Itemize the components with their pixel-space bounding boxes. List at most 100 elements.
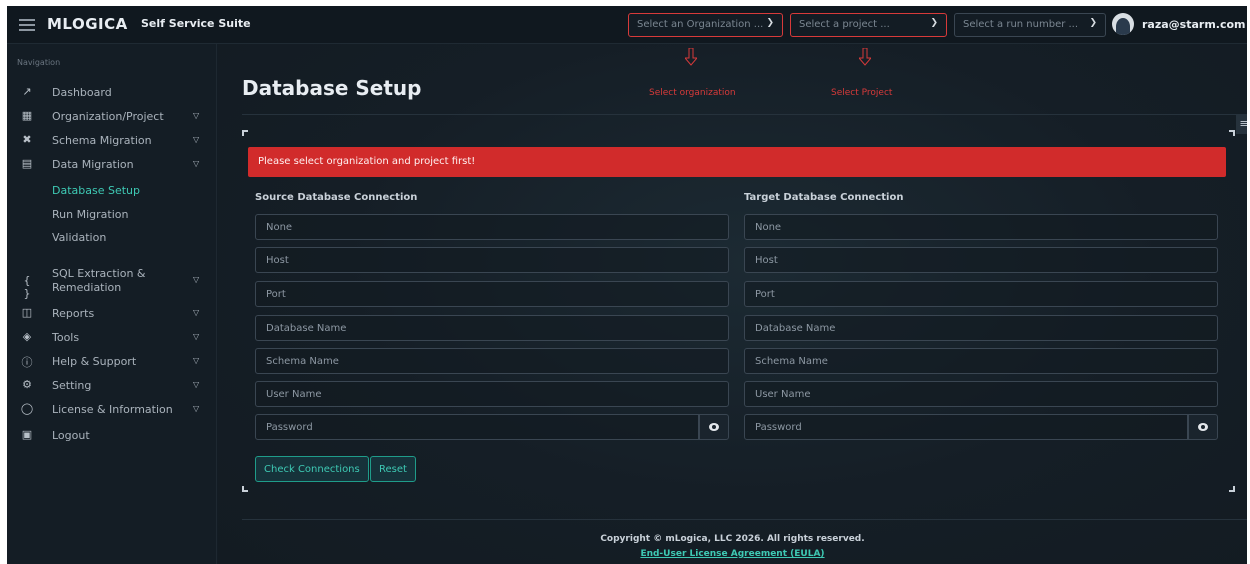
sidebar-item-reports[interactable]: ◫ Reports ▽	[7, 303, 217, 325]
corner-bracket	[1229, 486, 1235, 492]
sidebar-item-label: Tools	[52, 331, 80, 344]
sidebar-item-label: SQL Extraction &	[52, 267, 146, 280]
annotation-select-project: Select Project	[831, 88, 893, 98]
hamburger-menu-icon[interactable]	[19, 19, 35, 31]
user-email[interactable]: raza@starm.com	[1142, 18, 1246, 31]
grid-icon: ▦	[21, 109, 33, 122]
chevron-down-icon: ▽	[193, 111, 200, 120]
annotation-arrow-icon	[859, 48, 871, 66]
logout-icon: ▣	[21, 428, 33, 441]
target-user-name-input[interactable]: User Name	[744, 381, 1218, 407]
chevron-down-icon: ▽	[193, 380, 200, 389]
eye-icon[interactable]	[699, 414, 729, 440]
chevron-down-icon: ▽	[193, 135, 200, 144]
report-icon: ◫	[21, 306, 33, 319]
project-select[interactable]: Select a project ... ❯	[790, 13, 947, 37]
annotation-arrow-icon	[685, 48, 697, 66]
run-number-select[interactable]: Select a run number ... ❯	[954, 13, 1106, 37]
source-user-name-input[interactable]: User Name	[255, 381, 729, 407]
divider	[242, 519, 1247, 520]
project-select-value: Select a project ...	[799, 19, 890, 30]
chevron-down-icon: ❯	[1089, 18, 1097, 28]
corner-bracket	[242, 486, 248, 492]
sidebar-item-logout[interactable]: ▣ Logout	[7, 425, 217, 447]
tools-icon: ✖	[22, 133, 32, 146]
chevron-down-icon: ▽	[193, 404, 200, 413]
sidebar-item-label: Data Migration	[52, 158, 134, 171]
target-db-type-select[interactable]: None	[744, 214, 1218, 240]
eula-link-text[interactable]: End-User License Agreement (EULA)	[640, 549, 824, 559]
nav-heading: Navigation	[17, 58, 61, 67]
error-alert: Please select organization and project f…	[248, 147, 1226, 177]
target-host-input[interactable]: Host	[744, 247, 1218, 273]
sidebar-item-help-support[interactable]: ⓘ Help & Support ▽	[7, 351, 217, 373]
target-password-input[interactable]: Password	[744, 414, 1188, 440]
sidebar-item-dashboard[interactable]: ↗ Dashboard	[7, 82, 217, 104]
page-title: Database Setup	[242, 76, 422, 100]
sidebar-item-label: Dashboard	[52, 86, 112, 99]
sidebar-item-label: Remediation	[52, 281, 122, 294]
brand-logo: MLOGICA	[47, 15, 128, 33]
sidebar-item-data-migration[interactable]: ▤ Data Migration ▽	[7, 154, 217, 176]
copyright-text: Copyright © mLogica, LLC 2026. All right…	[600, 534, 865, 544]
check-connections-button[interactable]: Check Connections	[255, 456, 369, 482]
sidebar-subitem-run-migration[interactable]: Run Migration	[52, 208, 128, 221]
sidebar-item-label: Help & Support	[52, 355, 137, 368]
sidebar-subitem-validation[interactable]: Validation	[52, 231, 106, 244]
sidebar-item-tools[interactable]: ◈ Tools ▽	[7, 327, 217, 349]
source-database-name-input[interactable]: Database Name	[255, 315, 729, 341]
layers-icon: ◈	[22, 330, 32, 343]
reset-button[interactable]: Reset	[370, 456, 416, 482]
sidebar-item-sql-extraction[interactable]: { } SQL Extraction & Remediation ▽	[7, 264, 217, 300]
chevron-down-icon: ▽	[193, 332, 200, 341]
database-icon: ▤	[21, 157, 33, 170]
corner-bracket	[1229, 130, 1235, 136]
source-connection-heading: Source Database Connection	[255, 192, 418, 203]
filter-settings-icon[interactable]: ≡	[1236, 114, 1247, 134]
target-database-name-input[interactable]: Database Name	[744, 315, 1218, 341]
help-icon: ⓘ	[21, 356, 33, 369]
source-schema-name-input[interactable]: Schema Name	[255, 348, 729, 374]
sidebar: Navigation ↗ Dashboard ▦ Organization/Pr…	[7, 44, 217, 564]
eula-link[interactable]: End-User License Agreement (EULA)	[218, 549, 1247, 559]
target-schema-name-input[interactable]: Schema Name	[744, 348, 1218, 374]
divider	[242, 114, 1247, 115]
sidebar-subitem-database-setup[interactable]: Database Setup	[52, 184, 140, 197]
sidebar-item-schema-migration[interactable]: ✖ Schema Migration ▽	[7, 130, 217, 152]
chevron-down-icon: ▽	[193, 308, 200, 317]
source-host-input[interactable]: Host	[255, 247, 729, 273]
organization-select[interactable]: Select an Organization ... ❯	[628, 13, 783, 37]
corner-bracket	[242, 130, 248, 136]
chevron-down-icon: ❯	[766, 18, 774, 28]
sidebar-item-label: Organization/Project	[52, 110, 164, 123]
top-bar: MLOGICA Self Service Suite Select an Org…	[7, 6, 1247, 44]
sidebar-item-label: Reports	[52, 307, 95, 320]
source-port-input[interactable]: Port	[255, 281, 729, 307]
eye-icon[interactable]	[1188, 414, 1218, 440]
sidebar-item-label: License & Information	[52, 403, 173, 416]
braces-icon: { }	[23, 274, 31, 300]
sidebar-item-license-information[interactable]: ◯ License & Information ▽	[7, 399, 217, 421]
avatar[interactable]	[1112, 13, 1134, 35]
shield-icon: ◯	[20, 402, 34, 415]
chevron-down-icon: ▽	[193, 159, 200, 168]
suite-title: Self Service Suite	[141, 17, 251, 30]
chevron-down-icon: ❯	[930, 18, 938, 28]
annotation-select-organization: Select organization	[649, 88, 736, 98]
chevron-down-icon: ▽	[193, 356, 200, 365]
sidebar-item-label: Logout	[52, 429, 90, 442]
target-connection-heading: Target Database Connection	[744, 192, 904, 203]
sidebar-item-label: Schema Migration	[52, 134, 152, 147]
sidebar-item-setting[interactable]: ⚙ Setting ▽	[7, 375, 217, 397]
target-port-input[interactable]: Port	[744, 281, 1218, 307]
run-number-select-value: Select a run number ...	[963, 19, 1079, 30]
source-db-type-select[interactable]: None	[255, 214, 729, 240]
sidebar-item-label: Setting	[52, 379, 92, 392]
app-window: MLOGICA Self Service Suite Select an Org…	[7, 6, 1247, 564]
gear-icon: ⚙	[22, 378, 32, 391]
chart-icon: ↗	[22, 85, 32, 98]
organization-select-value: Select an Organization ...	[637, 19, 764, 30]
main-content: Database Setup Select organization Selec…	[218, 44, 1247, 564]
sidebar-item-organization-project[interactable]: ▦ Organization/Project ▽	[7, 106, 217, 128]
source-password-input[interactable]: Password	[255, 414, 699, 440]
